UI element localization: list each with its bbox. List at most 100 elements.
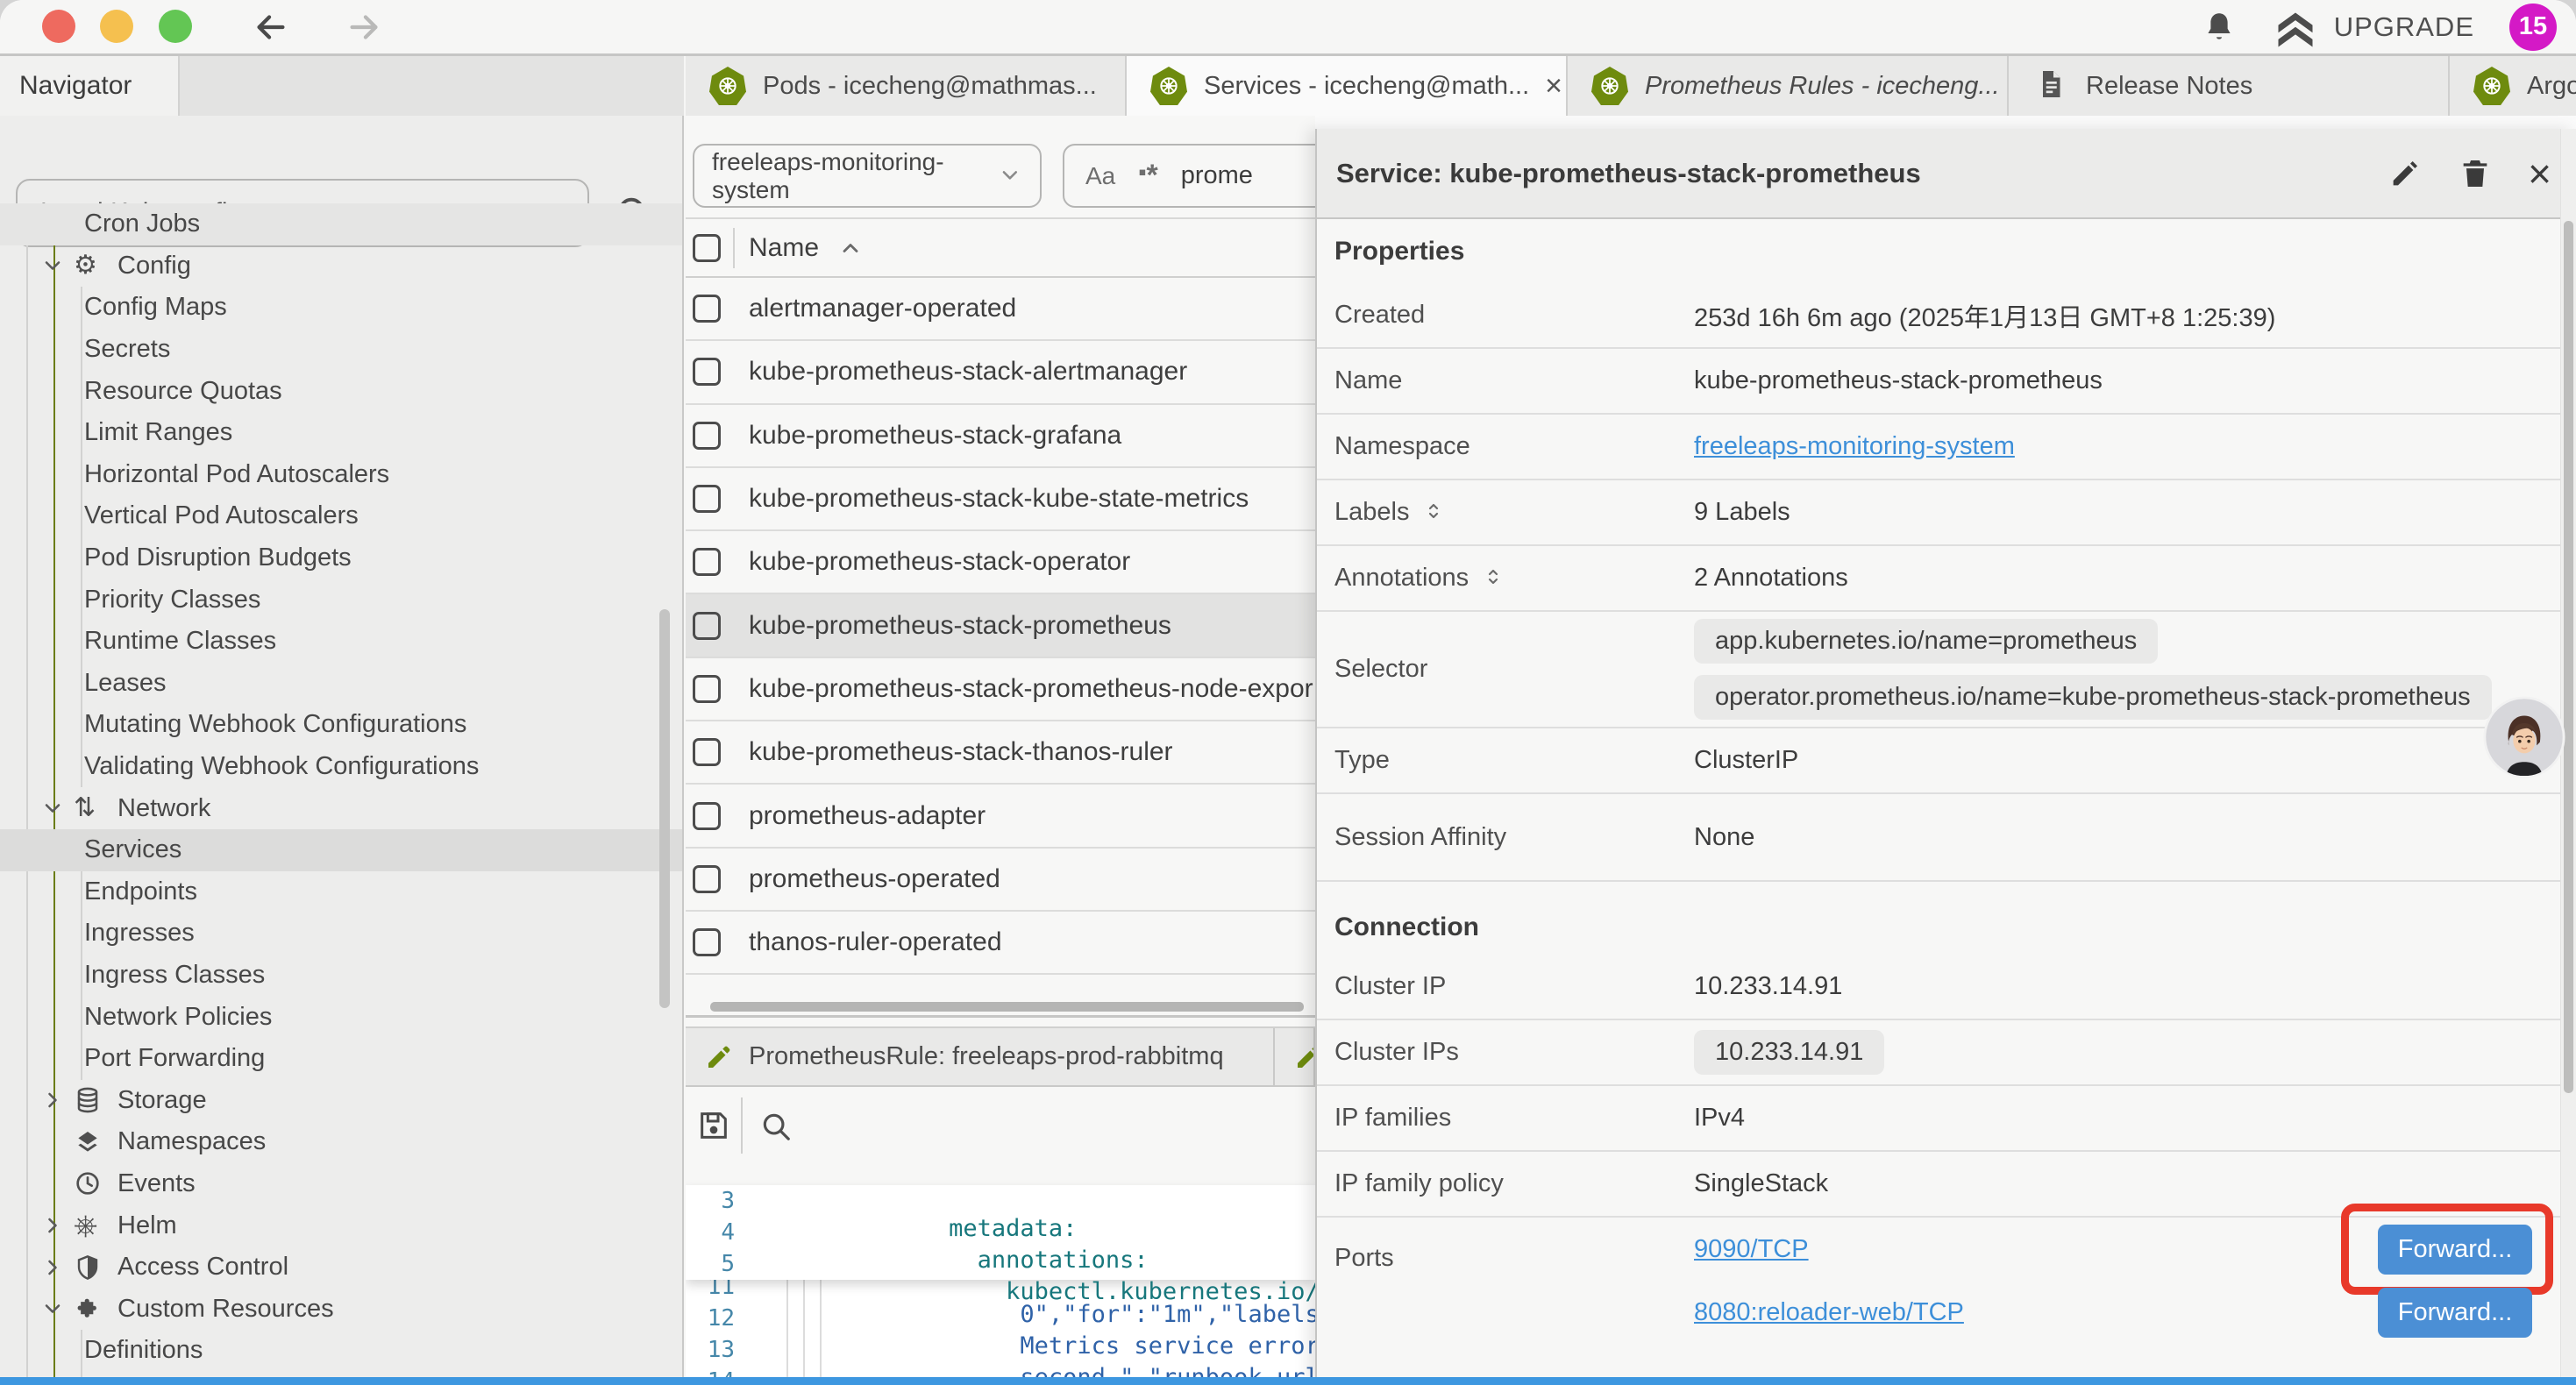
back-button[interactable] (251, 7, 291, 47)
app-tab[interactable]: Pods - icecheng@mathmas... (686, 56, 1127, 116)
sidebar-item[interactable]: Limit Ranges (0, 412, 682, 454)
tree-chevron-icon[interactable] (40, 795, 74, 821)
sidebar-item[interactable]: Pod Disruption Budgets (0, 537, 682, 579)
edit-pencil-icon[interactable] (2387, 156, 2423, 191)
tree-chevron-icon[interactable] (40, 1212, 74, 1239)
panel-scrollbar[interactable] (2564, 221, 2573, 1093)
row-checkbox[interactable] (693, 358, 721, 386)
sidebar-item[interactable]: Runtime Classes (0, 621, 682, 663)
table-row[interactable]: kube-prometheus-stack-prometheus (686, 594, 1315, 657)
forward-button[interactable] (344, 7, 384, 47)
macos-minimize-button[interactable] (100, 10, 133, 43)
app-tab[interactable]: Services - icecheng@math... × (1127, 56, 1568, 116)
sidebar-item[interactable]: ⇅ Network (0, 787, 682, 829)
column-header-name[interactable]: Name (749, 233, 819, 263)
app-tab[interactable]: Prometheus Rules - icecheng... (1568, 56, 2009, 116)
row-checkbox[interactable] (693, 422, 721, 450)
sidebar-item[interactable]: Config Maps (0, 287, 682, 329)
delete-trash-icon[interactable] (2458, 156, 2493, 191)
app-tab[interactable]: Release Notes (2009, 56, 2450, 116)
table-row[interactable]: prometheus-adapter (686, 785, 1315, 848)
sidebar-item[interactable]: Network Policies (0, 996, 682, 1038)
sort-toggle-icon[interactable] (1423, 501, 1444, 525)
row-checkbox[interactable] (693, 612, 721, 640)
table-row[interactable]: kube-prometheus-stack-kube-state-metrics (686, 468, 1315, 531)
match-case-toggle[interactable]: Aa (1085, 162, 1115, 190)
table-row[interactable]: kube-prometheus-stack-prometheus-node-ex… (686, 658, 1315, 721)
row-checkbox[interactable] (693, 675, 721, 703)
sidebar-item[interactable]: Secrets (0, 329, 682, 371)
tree-chevron-icon[interactable] (40, 252, 74, 279)
sidebar-item[interactable]: Ingress Classes (0, 955, 682, 997)
macos-zoom-button[interactable] (159, 10, 192, 43)
navigator-tab[interactable]: Navigator (0, 56, 180, 116)
sort-ascending-icon[interactable] (838, 236, 863, 260)
editor-tab[interactable] (1275, 1028, 1315, 1085)
sidebar-item[interactable]: Namespaces (0, 1121, 682, 1163)
sidebar-item[interactable]: Definitions (0, 1330, 682, 1372)
forward-button[interactable]: Forward... (2378, 1288, 2532, 1338)
sidebar-item[interactable]: Resource Quotas (0, 370, 682, 412)
user-avatar[interactable] (2483, 696, 2565, 778)
row-checkbox[interactable] (693, 485, 721, 513)
tree-chevron-icon[interactable] (40, 1087, 74, 1113)
pane-divider[interactable] (686, 1015, 1315, 1018)
table-row[interactable]: kube-prometheus-stack-alertmanager (686, 341, 1315, 404)
close-x-icon[interactable]: × (2528, 153, 2551, 194)
sidebar-item[interactable]: Priority Classes (0, 579, 682, 621)
table-row[interactable]: prometheus-operated (686, 849, 1315, 912)
row-checkbox[interactable] (693, 548, 721, 576)
app-tab[interactable]: Argo Se (2450, 56, 2576, 116)
row-checkbox[interactable] (693, 738, 721, 766)
sidebar-item[interactable]: Horizontal Pod Autoscalers (0, 454, 682, 496)
row-checkbox[interactable] (693, 295, 721, 323)
tree-chevron-icon[interactable] (40, 1254, 74, 1281)
sidebar-item[interactable]: ⚙ Config (0, 245, 682, 288)
sidebar-item[interactable]: Port Forwarding (0, 1038, 682, 1080)
sidebar-item[interactable]: Custom Resources (0, 1288, 682, 1330)
select-all-checkbox[interactable] (693, 234, 721, 262)
sidebar-item[interactable]: Ingresses (0, 913, 682, 955)
table-row[interactable]: thanos-ruler-operated (686, 912, 1315, 975)
filter-input[interactable]: Aa ▪* prome (1063, 144, 1315, 208)
macos-close-button[interactable] (42, 10, 75, 43)
editor-search-icon[interactable] (759, 1110, 793, 1143)
upgrade-button[interactable]: UPGRADE (2273, 7, 2474, 47)
table-row[interactable]: kube-prometheus-stack-operator (686, 531, 1315, 594)
table-horizontal-scrollbar[interactable] (710, 1002, 1304, 1012)
regex-toggle-icon[interactable]: ▪* (1138, 159, 1157, 193)
row-checkbox[interactable] (693, 928, 721, 956)
editor-tab[interactable]: PrometheusRule: freeleaps-prod-rabbitmq (686, 1028, 1275, 1085)
table-row[interactable]: kube-prometheus-stack-thanos-ruler (686, 721, 1315, 785)
sidebar-scrollbar[interactable] (659, 609, 670, 1008)
namespace-selector[interactable]: freeleaps-monitoring-system (693, 144, 1042, 208)
forward-button[interactable]: Forward... (2378, 1225, 2532, 1275)
sidebar-item[interactable]: Storage (0, 1079, 682, 1121)
port-link[interactable]: 9090/TCP (1694, 1235, 1809, 1264)
sidebar-item[interactable]: Leases (0, 663, 682, 705)
sidebar-item[interactable]: Services (0, 829, 682, 871)
sidebar-item[interactable]: Events (0, 1163, 682, 1205)
tab-close-icon[interactable]: × (1545, 69, 1562, 103)
sidebar-item[interactable]: Vertical Pod Autoscalers (0, 495, 682, 537)
sidebar-item[interactable]: ⎈ Helm (0, 1204, 682, 1246)
tree-chevron-icon[interactable] (40, 1296, 74, 1322)
sidebar-item[interactable]: Mutating Webhook Configurations (0, 704, 682, 746)
tree-chevron-icon[interactable] (40, 1129, 74, 1155)
editor-line[interactable]: 5 kubectl.kubernetes.io/last-applied-co (686, 1248, 1315, 1280)
tree-chevron-icon[interactable] (40, 1170, 74, 1197)
port-link[interactable]: 8080:reloader-web/TCP (1694, 1298, 1964, 1327)
row-checkbox[interactable] (693, 802, 721, 830)
table-row[interactable]: kube-prometheus-stack-grafana (686, 405, 1315, 468)
row-checkbox[interactable] (693, 865, 721, 893)
sidebar-item[interactable]: Validating Webhook Configurations (0, 746, 682, 788)
save-icon[interactable] (696, 1108, 731, 1143)
sidebar-item[interactable]: Endpoints (0, 871, 682, 913)
notification-count-badge[interactable]: 15 (2509, 4, 2557, 51)
yaml-editor[interactable]: 11 0","for":"1m","labels":{"service":" 1… (686, 1185, 1315, 1385)
table-row[interactable]: alertmanager-operated (686, 278, 1315, 341)
sidebar-item[interactable]: Cron Jobs (0, 203, 682, 245)
notifications-bell-icon[interactable] (2201, 9, 2238, 46)
sidebar-item[interactable]: Access Control (0, 1246, 682, 1289)
sort-toggle-icon[interactable] (1483, 566, 1504, 591)
